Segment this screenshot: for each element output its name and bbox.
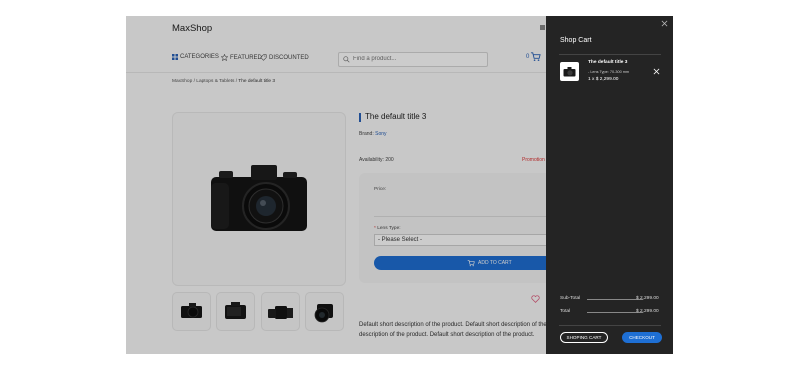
cart-item-image[interactable] (560, 62, 579, 81)
shopping-cart-button[interactable]: SHOPING CART (560, 332, 608, 343)
subtotal-row: Sub-Total $ 2,299.00 (560, 296, 660, 302)
total-line (587, 312, 643, 313)
close-icon[interactable] (661, 20, 668, 27)
cart-divider (559, 54, 661, 55)
camera-icon (563, 67, 576, 77)
subtotal-label: Sub-Total (560, 296, 581, 301)
subtotal-value: $ 2,299.00 (636, 296, 659, 301)
close-icon[interactable] (653, 68, 660, 75)
total-value: $ 2,299.00 (636, 309, 659, 314)
checkout-button[interactable]: CHECKOUT (622, 332, 662, 343)
subtotal-line (587, 299, 643, 300)
total-row: Total $ 2,299.00 (560, 309, 660, 315)
total-label: Total (560, 309, 571, 314)
cart-panel-title: Shop Cart (560, 37, 592, 44)
cart-item-option: - Lens Type: 70-300 mm (588, 70, 630, 74)
cart-item-name[interactable]: The default title 3 (588, 60, 627, 65)
cart-panel: Shop Cart The default title 3 - Lens Typ… (546, 16, 673, 354)
cart-item-qty-price: 1 x $ 2,299.00 (588, 77, 619, 82)
cart-footer-divider (559, 325, 661, 326)
